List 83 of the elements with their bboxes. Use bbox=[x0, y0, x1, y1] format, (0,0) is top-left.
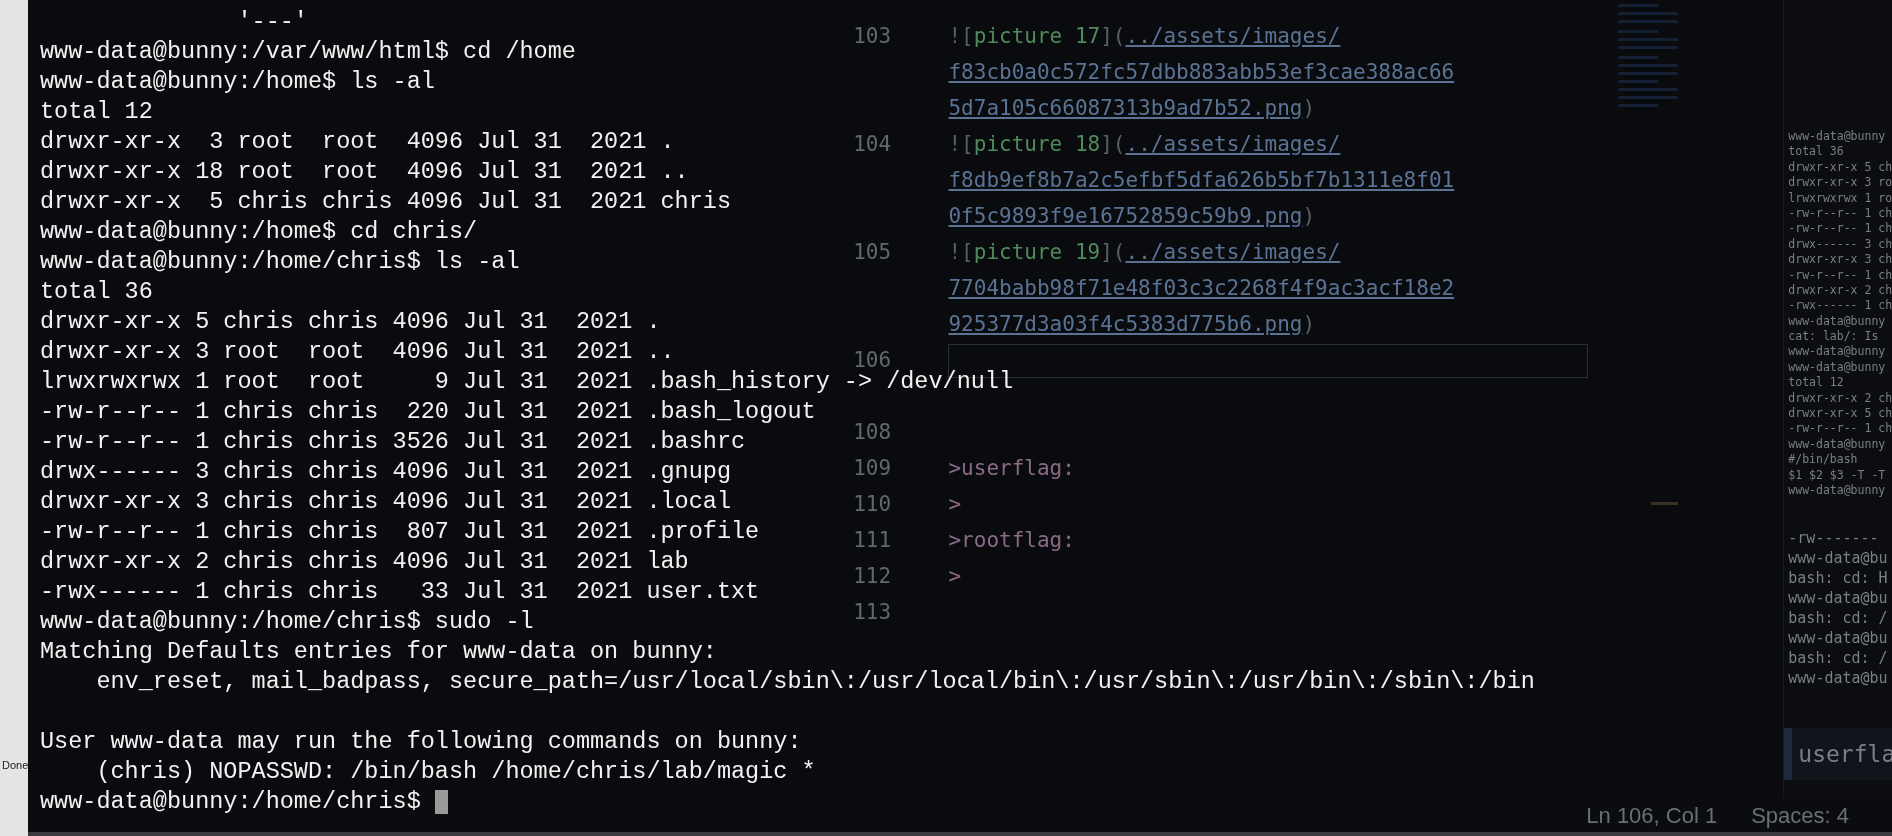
line-number: 110 bbox=[853, 492, 892, 517]
image-path-line: f83cb0a0c572fc57dbb883abb53ef3cae388ac66 bbox=[948, 59, 1455, 87]
terminal-line: (chris) NOPASSWD: /bin/bash /home/chris/lab/magic * bbox=[95, 757, 816, 787]
terminal-line: '---' bbox=[236, 7, 308, 37]
terminal-line: drwxr-xr-x 5 chris chris 4096 Jul 31 2021 chris bbox=[40, 187, 731, 217]
terminal-line: www-data@bunny:/var/www/html$ cd /home bbox=[40, 37, 576, 67]
terminal-line: -rw-r--r-- 1 ch bbox=[1787, 205, 1892, 222]
terminal-line: total 36 bbox=[40, 277, 153, 307]
terminal-line: www-data@bu bbox=[1787, 588, 1889, 609]
terminal-line: $1 $2 $3 -T -T bbox=[1787, 467, 1887, 483]
terminal-line: total 12 bbox=[40, 97, 153, 127]
terminal-line: www-data@bunny bbox=[1787, 129, 1887, 145]
terminal-line: drwxr-xr-x 5 ch bbox=[1787, 159, 1892, 176]
terminal-line: bash: cd: H bbox=[1787, 568, 1889, 589]
terminal-line: www-data@bunny:/home$ ls -al bbox=[40, 67, 435, 97]
terminal-line: www-data@bunny:/home$ cd chris/ bbox=[40, 217, 478, 247]
line-number: 105 bbox=[853, 240, 892, 265]
terminal-line: -rw------- bbox=[1787, 528, 1880, 549]
terminal-line: drwxr-xr-x 3 ch bbox=[1787, 252, 1892, 268]
cursor-position: Ln 106, Col 1 bbox=[1586, 801, 1718, 830]
terminal-line: drwxr-xr-x 5 ch bbox=[1787, 406, 1892, 422]
blockquote-line: >rootflag: bbox=[948, 527, 1075, 555]
terminal-line: drwxr-xr-x 3 chris chris 4096 Jul 31 2021 .local bbox=[40, 487, 731, 517]
terminal-line: drwxr-xr-x 2 ch bbox=[1787, 282, 1892, 299]
terminal-line: -rw-r--r-- 1 chris chris 220 Jul 31 2021 .bash_logout bbox=[40, 397, 816, 427]
terminal-line: lrwxrwxrwx 1 ro bbox=[1787, 190, 1892, 206]
terminal-line: drwx------ 3 chris chris 4096 Jul 31 2021 .gnupg bbox=[40, 457, 731, 487]
markdown-image-line: ![picture 18](../assets/images/ bbox=[948, 131, 1341, 159]
terminal-line: www-data@bunny bbox=[1787, 313, 1887, 330]
status-label: Done bbox=[1, 758, 29, 772]
terminal-line: drwxr-xr-x 3 root root 4096 Jul 31 2021 .. bbox=[40, 337, 675, 367]
terminal-line: www-data@bunny bbox=[1787, 436, 1887, 453]
line-number: 108 bbox=[853, 420, 892, 445]
markdown-image-line: ![picture 19](../assets/images/ bbox=[948, 239, 1341, 267]
terminal-line: -rw-r--r-- 1 ch bbox=[1787, 267, 1892, 283]
image-path-line: 5d7a105c66087313b9ad7b52.png) bbox=[948, 95, 1316, 123]
terminal-line: -rw-r--r-- 1 ch bbox=[1787, 421, 1892, 437]
terminal-line: www-data@bunny:/home/chris$ sudo -l bbox=[40, 607, 534, 637]
terminal-line: -rw-r--r-- 1 chris chris 807 Jul 31 2021 .profile bbox=[40, 517, 760, 547]
terminal-line: www-data@bu bbox=[1787, 628, 1889, 649]
scroll-marker bbox=[1651, 502, 1679, 505]
terminal-line: www-data@bunny bbox=[1787, 344, 1887, 360]
terminal-line: #/bin/bash bbox=[1787, 452, 1859, 468]
image-path-line: 0f5c9893f9e16752859c59b9.png) bbox=[948, 203, 1316, 231]
terminal-line: User www-data may run the following commands on bunny: bbox=[40, 727, 802, 757]
indentation-setting: Spaces: 4 bbox=[1751, 801, 1849, 830]
line-number: 104 bbox=[853, 132, 892, 157]
terminal-line: -rw-r--r-- 1 ch bbox=[1787, 221, 1892, 237]
terminal-line: -rwx------ 1 chris chris 33 Jul 31 2021 user.txt bbox=[40, 577, 760, 607]
terminal-line: total 12 bbox=[1787, 375, 1845, 391]
terminal-line: drwxr-xr-x 5 chris chris 4096 Jul 31 2021 . bbox=[40, 307, 661, 337]
terminal-line: www-data@bunny bbox=[1787, 359, 1887, 376]
terminal-line: www-data@bu bbox=[1787, 668, 1889, 689]
markdown-image-line: ![picture 17](../assets/images/ bbox=[948, 23, 1341, 51]
line-number: 109 bbox=[853, 456, 892, 481]
image-path-line: 7704babb98f71e48f03c3c2268f4f9ac3acf18e2 bbox=[948, 275, 1455, 303]
blockquote-line: >userflag: bbox=[948, 455, 1075, 483]
terminal-line: drwxr-xr-x 3 root root 4096 Jul 31 2021 . bbox=[40, 127, 675, 157]
terminal-line: drwxr-xr-x 3 ro bbox=[1787, 175, 1892, 191]
terminal-line: drwxr-xr-x 2 ch bbox=[1787, 390, 1892, 407]
terminal-line: www-data@bu bbox=[1787, 548, 1889, 569]
terminal-line: drwx------ 3 ch bbox=[1787, 236, 1892, 253]
terminal-line: env_reset, mail_badpass, secure_path=/usr/local/sbin\:/usr/local/bin\:/usr/sbin\:/usr/bin\:/sbin\:/bin bbox=[95, 667, 1535, 697]
blockquote-line: > bbox=[948, 491, 962, 519]
terminal-line: total 36 bbox=[1787, 144, 1845, 160]
terminal-line: drwxr-xr-x 2 chris chris 4096 Jul 31 2021 lab bbox=[40, 547, 689, 577]
terminal-line: -rwx------ 1 ch bbox=[1787, 298, 1892, 314]
terminal-line: bash: cd: / bbox=[1787, 608, 1889, 629]
image-path-line: f8db9ef8b7a2c5efbf5dfa626b5bf7b1311e8f01 bbox=[948, 167, 1455, 195]
terminal-line: www-data@bunny:/home/chris$ ls -al bbox=[40, 247, 520, 277]
terminal-line: www-data@bunny:/home/chris$ bbox=[40, 787, 422, 817]
blockquote-line: > bbox=[948, 563, 962, 591]
line-number: 113 bbox=[853, 600, 892, 625]
terminal-line: cat: lab/: Is bbox=[1787, 329, 1880, 345]
terminal-line: drwxr-xr-x 18 root root 4096 Jul 31 2021 .. bbox=[40, 157, 689, 187]
terminal-line: www-data@bunny bbox=[1787, 483, 1887, 499]
terminal-line: bash: cd: / bbox=[1787, 648, 1889, 669]
image-path-line: 925377d3a03f4c5383d775b6.png) bbox=[948, 311, 1316, 339]
terminal-line: Matching Defaults entries for www-data on bunny: bbox=[40, 637, 717, 667]
terminal-line: -rw-r--r-- 1 chris chris 3526 Jul 31 2021 .bashrc bbox=[40, 427, 746, 457]
line-number: 111 bbox=[853, 528, 892, 553]
line-number: 112 bbox=[853, 564, 892, 589]
line-number: 103 bbox=[853, 24, 892, 49]
